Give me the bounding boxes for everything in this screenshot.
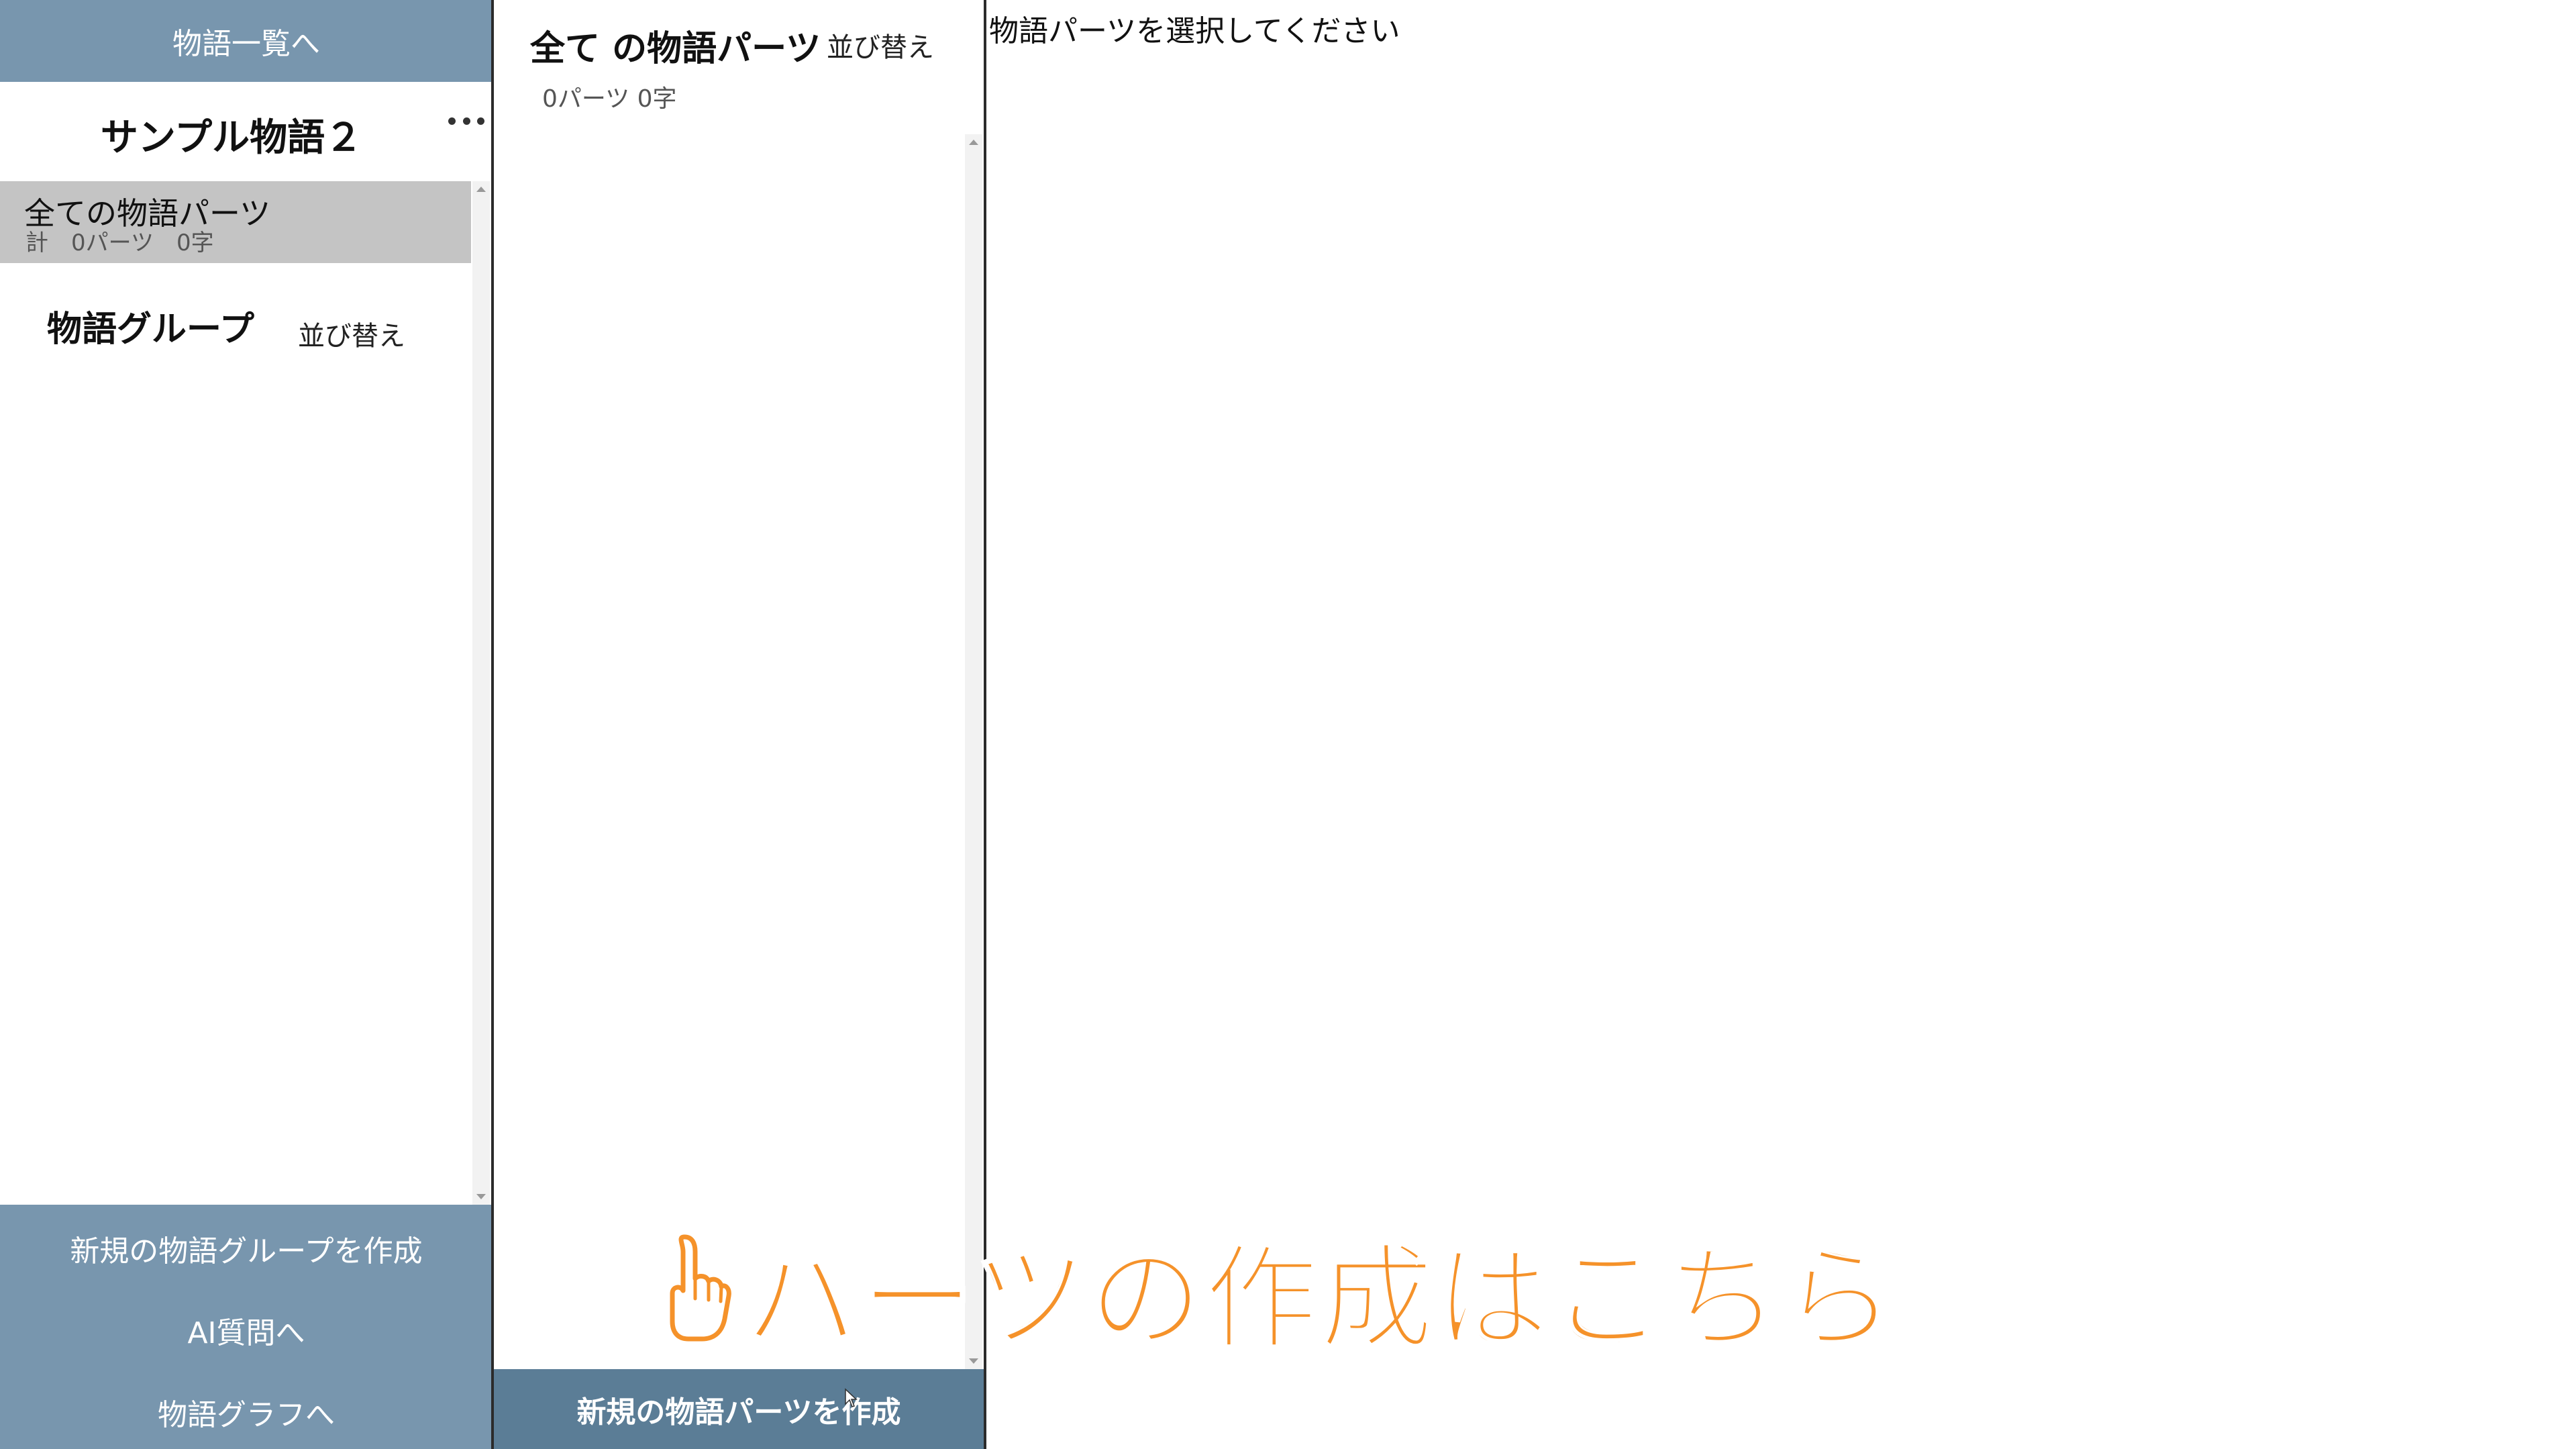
scroll-down-icon[interactable] [476,1194,486,1199]
more-options-icon[interactable] [448,107,484,134]
sidebar: 物語一覧へ サンプル物語２ 全ての物語パーツ 計 0パーツ 0字 物語グループ … [0,0,493,1449]
tutorial-callout: パーツの作成はこちら [658,1221,1897,1367]
sidebar-item-all-parts[interactable]: 全ての物語パーツ 計 0パーツ 0字 [0,181,471,263]
select-part-placeholder: 物語パーツを選択してください [989,14,1400,48]
create-story-part-button[interactable]: 新規の物語パーツを作成 [494,1369,984,1449]
callout-text: パーツの作成はこちら [744,1232,1897,1367]
dot [477,117,484,125]
parts-list-scrollbar[interactable] [965,134,982,1369]
dot [448,117,456,125]
scroll-up-icon[interactable] [476,187,486,192]
story-title: サンプル物語２ [100,116,363,160]
sidebar-bottom-actions: 新規の物語グループを作成 AI質問へ 物語グラフへ [0,1205,493,1449]
sidebar-scrollbar[interactable] [472,181,490,1205]
group-sort-button[interactable]: 並び替え [298,314,405,353]
scroll-up-icon[interactable] [969,140,978,145]
parts-stats: 0パーツ 0字 [542,85,677,113]
mouse-cursor-icon [845,1388,858,1407]
pointing-hand-icon [670,1234,731,1342]
back-to-story-list-button[interactable]: 物語一覧へ [0,0,493,82]
story-graph-button[interactable]: 物語グラフへ [0,1375,493,1449]
parts-sort-button[interactable]: 並び替え [827,26,934,64]
create-story-group-button[interactable]: 新規の物語グループを作成 [0,1211,493,1285]
dot [462,117,470,125]
all-parts-stats: 計 0パーツ 0字 [25,230,214,256]
parts-list-title: 全て の物語パーツ [530,29,821,69]
ai-question-button[interactable]: AI質問へ [0,1293,493,1367]
story-group-heading: 物語グループ [47,309,254,350]
